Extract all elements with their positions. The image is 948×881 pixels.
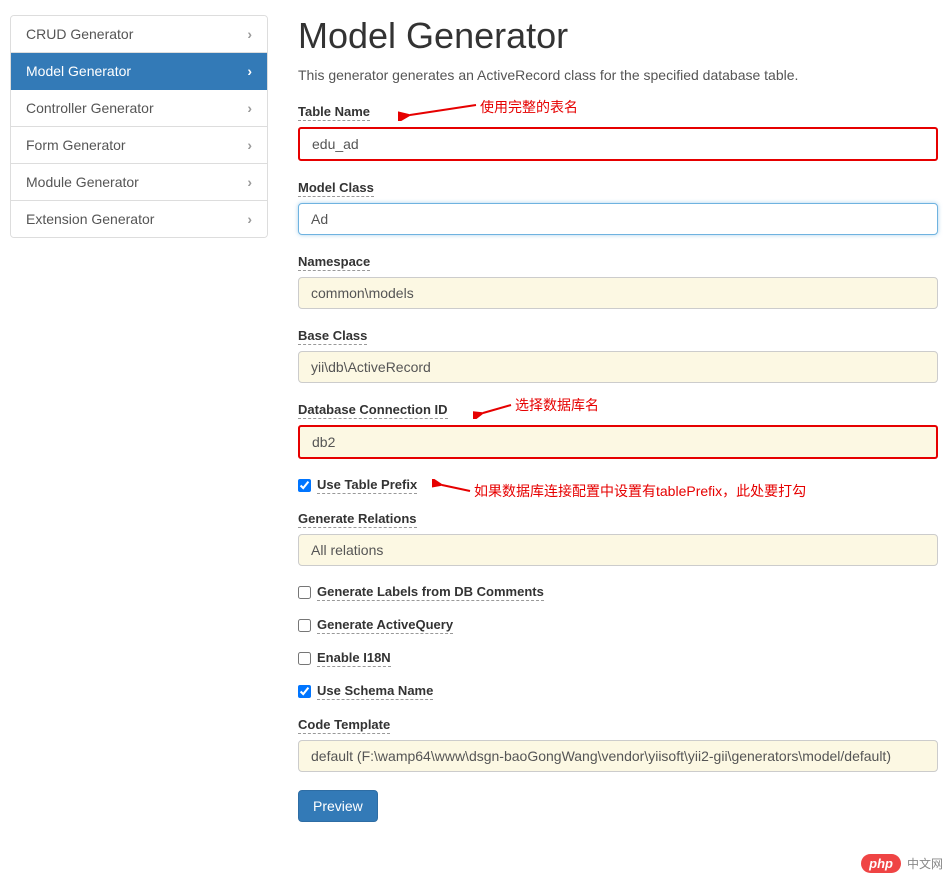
field-generate-activequery: Generate ActiveQuery (298, 617, 938, 634)
php-badge: php (861, 854, 901, 873)
annotation-table-name: 使用完整的表名 (480, 97, 578, 117)
field-generate-labels: Generate Labels from DB Comments (298, 584, 938, 601)
checkbox-use-table-prefix[interactable] (298, 479, 311, 492)
sidebar-item-module[interactable]: Module Generator › (11, 164, 267, 201)
label-generate-labels: Generate Labels from DB Comments (317, 584, 544, 601)
field-use-schema-name: Use Schema Name (298, 683, 938, 700)
sidebar-item-controller[interactable]: Controller Generator › (11, 90, 267, 127)
chevron-right-icon: › (247, 174, 252, 190)
arrow-icon (473, 399, 513, 419)
sidebar-item-form[interactable]: Form Generator › (11, 127, 267, 164)
chevron-right-icon: › (247, 211, 252, 227)
checkbox-enable-i18n[interactable] (298, 652, 311, 665)
label-table-name: Table Name (298, 104, 370, 121)
label-use-schema-name: Use Schema Name (317, 683, 433, 700)
generator-list: CRUD Generator › Model Generator › Contr… (10, 15, 268, 238)
field-generate-relations: Generate Relations (298, 510, 938, 566)
field-code-template: Code Template (298, 716, 938, 772)
chevron-right-icon: › (247, 26, 252, 42)
sidebar-item-model[interactable]: Model Generator › (11, 53, 267, 90)
chevron-right-icon: › (247, 100, 252, 116)
chevron-right-icon: › (247, 137, 252, 153)
field-db-connection: Database Connection ID 选择数据库名 (298, 401, 938, 459)
arrow-icon (398, 101, 478, 121)
annotation-table-prefix: 如果数据库连接配置中设置有tablePrefix，此处要打勾 (474, 481, 806, 501)
input-db-connection[interactable] (298, 425, 938, 459)
input-base-class[interactable] (298, 351, 938, 383)
sidebar-item-label: Controller Generator (26, 100, 154, 116)
sidebar-item-label: Model Generator (26, 63, 131, 79)
input-namespace[interactable] (298, 277, 938, 309)
label-generate-relations: Generate Relations (298, 511, 417, 528)
checkbox-generate-labels[interactable] (298, 586, 311, 599)
field-table-name: Table Name 使用完整的表名 (298, 103, 938, 161)
checkbox-use-schema-name[interactable] (298, 685, 311, 698)
sidebar-item-label: Module Generator (26, 174, 139, 190)
page-description: This generator generates an ActiveRecord… (298, 67, 938, 83)
label-db-connection: Database Connection ID (298, 402, 448, 419)
label-enable-i18n: Enable I18N (317, 650, 391, 667)
field-use-table-prefix: Use Table Prefix 如果数据库连接配置中设置有tablePrefi… (298, 477, 938, 494)
select-code-template[interactable] (298, 740, 938, 772)
label-use-table-prefix: Use Table Prefix (317, 477, 417, 494)
label-namespace: Namespace (298, 254, 370, 271)
sidebar-item-extension[interactable]: Extension Generator › (11, 201, 267, 237)
sidebar: CRUD Generator › Model Generator › Contr… (10, 15, 268, 822)
sidebar-item-crud[interactable]: CRUD Generator › (11, 16, 267, 53)
field-model-class: Model Class (298, 179, 938, 235)
sidebar-item-label: Extension Generator (26, 211, 154, 227)
label-code-template: Code Template (298, 717, 390, 734)
label-model-class: Model Class (298, 180, 374, 197)
field-base-class: Base Class (298, 327, 938, 383)
sidebar-item-label: CRUD Generator (26, 26, 133, 42)
page-title: Model Generator (298, 15, 938, 57)
watermark: php 中文网 (861, 854, 943, 873)
label-base-class: Base Class (298, 328, 367, 345)
arrow-icon (432, 479, 472, 497)
watermark-text: 中文网 (907, 855, 943, 872)
sidebar-item-label: Form Generator (26, 137, 126, 153)
annotation-db-connection: 选择数据库名 (515, 395, 599, 415)
main-content: Model Generator This generator generates… (298, 15, 938, 822)
label-generate-activequery: Generate ActiveQuery (317, 617, 453, 634)
preview-button[interactable]: Preview (298, 790, 378, 822)
input-model-class[interactable] (298, 203, 938, 235)
select-generate-relations[interactable] (298, 534, 938, 566)
input-table-name[interactable] (298, 127, 938, 161)
field-enable-i18n: Enable I18N (298, 650, 938, 667)
chevron-right-icon: › (247, 63, 252, 79)
field-namespace: Namespace (298, 253, 938, 309)
checkbox-generate-activequery[interactable] (298, 619, 311, 632)
